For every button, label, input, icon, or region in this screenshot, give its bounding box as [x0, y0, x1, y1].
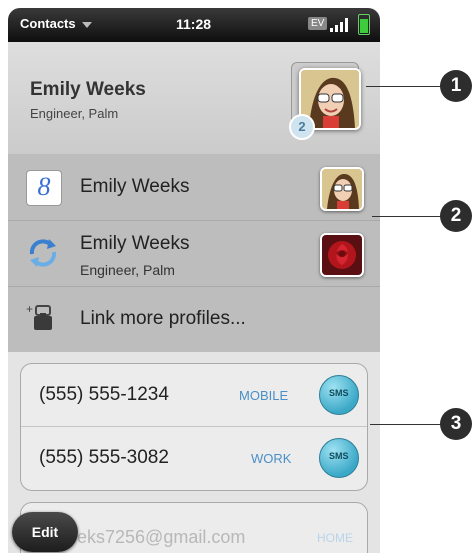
- profile-row-sync[interactable]: Emily Weeks Engineer, Palm: [8, 220, 380, 287]
- callout-line-3: [370, 424, 442, 425]
- callout-badge-3: 3: [440, 408, 472, 440]
- email-type-label: HOME: [317, 531, 353, 545]
- callout-line-1: [366, 86, 444, 87]
- chevron-down-icon: [81, 21, 92, 28]
- email-address: eks7256@gmail.com: [77, 527, 246, 547]
- app-menu-label: Contacts: [20, 16, 76, 31]
- battery-icon: [358, 14, 370, 35]
- edit-button[interactable]: Edit: [12, 512, 78, 552]
- profile-subtitle: Engineer, Palm: [80, 262, 175, 278]
- phone-row-work[interactable]: (555) 555-3082 WORK SMS: [21, 427, 367, 489]
- phone-numbers-group: (555) 555-1234 MOBILE SMS (555) 555-3082…: [20, 363, 368, 491]
- profile-name: Emily Weeks: [80, 176, 190, 197]
- signal-strength-icon: [330, 18, 352, 32]
- linked-profiles-list: 8 Emily Weeks Emily Weeks Engineer, Palm…: [8, 154, 380, 352]
- contact-name: Emily Weeks: [30, 79, 146, 100]
- phone-row-mobile[interactable]: (555) 555-1234 MOBILE SMS: [21, 364, 367, 427]
- linked-profile-count-badge: 2: [289, 114, 315, 140]
- contact-header: Emily Weeks Engineer, Palm 2: [8, 42, 380, 154]
- profile-thumbnail: [320, 233, 364, 277]
- link-profiles-icon: +: [26, 302, 60, 336]
- sms-label: SMS: [329, 451, 349, 461]
- sync-icon: [26, 236, 60, 270]
- svg-text:+: +: [26, 302, 33, 316]
- sms-button[interactable]: SMS: [319, 438, 359, 478]
- phone-screen: Contacts 11:28 EV Emily Weeks Engineer, …: [8, 8, 380, 553]
- phone-type-label: MOBILE: [239, 388, 289, 403]
- phone-type-label: WORK: [251, 451, 292, 466]
- profile-row-google[interactable]: 8 Emily Weeks: [8, 154, 380, 221]
- app-menu[interactable]: Contacts: [20, 16, 92, 31]
- callout-badge-2: 2: [440, 200, 472, 232]
- clock: 11:28: [176, 16, 212, 32]
- contact-photo-stack[interactable]: 2: [287, 62, 365, 142]
- sms-button[interactable]: SMS: [319, 375, 359, 415]
- google-icon: 8: [26, 170, 62, 206]
- profile-thumbnail-image: [322, 169, 362, 209]
- link-more-label: Link more profiles...: [80, 308, 246, 329]
- contact-title: Engineer, Palm: [30, 106, 119, 121]
- network-indicator: EV: [308, 17, 328, 30]
- profile-thumbnail: [320, 167, 364, 211]
- phone-number: (555) 555-3082: [39, 447, 169, 468]
- callout-line-2: [372, 216, 442, 217]
- status-bar: Contacts 11:28 EV: [8, 8, 380, 42]
- link-more-profiles-row[interactable]: + Link more profiles...: [8, 286, 380, 352]
- rose-thumbnail-image: [322, 235, 362, 275]
- sms-label: SMS: [329, 388, 349, 398]
- profile-name: Emily Weeks: [80, 233, 190, 254]
- phone-number: (555) 555-1234: [39, 384, 169, 405]
- callout-badge-1: 1: [440, 70, 472, 102]
